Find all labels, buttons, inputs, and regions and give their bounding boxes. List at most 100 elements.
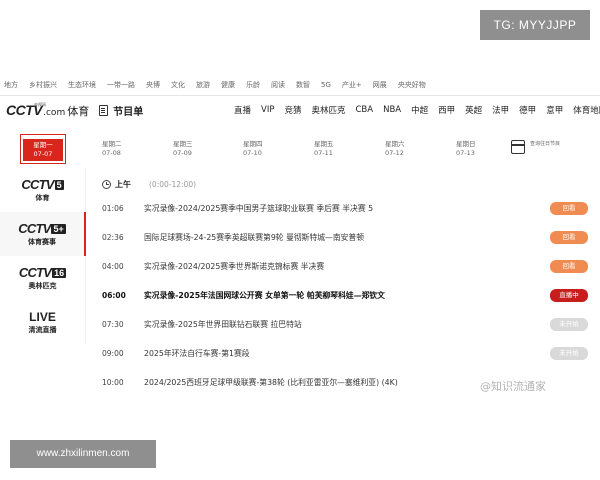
program-title[interactable]: 实况录像-2024/2025赛季世界斯诺克锦标赛 半决赛 [144,261,324,272]
channel-logo-cctv: CCTV [18,221,51,236]
date-bar: 查询往日节目 星期一 07-07 星期二 07-08 星期三 07-09 星期四 07-10 星… [0,134,600,168]
channel-nav-item[interactable]: 西甲 [438,104,455,116]
program-title[interactable]: 国际足球赛场-24-25赛季英超联赛第9轮 曼彻斯特城—南安普顿 [144,232,364,243]
program-row[interactable]: 01:06 实况录像-2024/2025赛季中国男子篮球职业联赛 季后赛 半决赛 … [96,194,592,223]
program-time: 10:00 [102,378,124,387]
period-range: (0:00-12:00) [149,179,197,189]
top-nav-item[interactable]: 产业+ [342,80,362,90]
replay-button[interactable]: 回看 [550,202,588,215]
channel-sidebar: CCTV 5 体育 CCTV 5+ 体育赛事 CCTV 16 奥林匹克 LIVE 清流直播 [0,168,86,344]
channel-nav-item[interactable]: NBA [383,105,401,115]
program-time: 09:00 [102,349,124,358]
period-header: 上午 (0:00-12:00) [102,174,592,194]
channel-logo-cctv: CCTV [18,265,52,280]
channel-name: 体育赛事 [28,238,56,246]
channel-nav-item[interactable]: VIP [261,105,274,115]
date-tab[interactable]: 星期日 07-13 [454,134,500,164]
date-tab-day: 星期六 [385,140,405,148]
date-tab-date: 07-09 [173,149,192,157]
schedule-title-label: 节目单 [113,106,144,118]
top-nav-item[interactable]: 健康 [221,80,235,90]
program-time: 02:36 [102,233,124,242]
live-now-button[interactable]: 直播中 [550,289,588,302]
top-nav-item[interactable]: 央博 [146,80,160,90]
channel-nav-item[interactable]: CBA [356,105,374,115]
channel-nav-item[interactable]: 直播 [234,104,251,116]
program-title[interactable]: 实况录像-2025年法国网球公开赛 女单第一轮 帕芙柳琴科娃—郑钦文 [144,290,385,301]
channel-nav-item[interactable]: 意甲 [546,104,563,116]
program-title[interactable]: 实况录像-2024/2025赛季中国男子篮球职业联赛 季后赛 半决赛 5 [144,203,373,214]
channel-nav-item[interactable]: 德甲 [519,104,536,116]
top-nav-item[interactable]: 乡村振兴 [29,80,57,90]
date-tab-day: 星期二 [102,140,122,148]
program-title[interactable]: 2024/2025西班牙足球甲级联赛-第38轮 (比利亚雷亚尔—塞维利亚) (4… [144,377,398,388]
top-nav-item[interactable]: 地方 [4,80,18,90]
top-nav-item[interactable]: 阅读 [271,80,285,90]
replay-button[interactable]: 回看 [550,231,588,244]
top-nav-item[interactable]: 5G [321,81,331,89]
channel-logo-cctv: CCTV [21,177,54,192]
program-time: 06:00 [102,291,126,300]
cctv-sport-logo[interactable]: CCTV .com 体育 央视网 [6,102,89,119]
program-list: 上午 (0:00-12:00) 01:06 实况录像-2024/2025赛季中国男… [96,174,592,397]
channel-nav-item[interactable]: 英超 [465,104,482,116]
channel-logo: CCTV 16 [18,265,67,280]
channel-tab[interactable]: CCTV 16 奥林匹克 [0,256,86,300]
channel-nav-item[interactable]: 奥林匹克 [311,104,345,116]
program-title[interactable]: 2025年环法自行车赛-第1赛段 [144,348,250,359]
channel-name: 奥林匹克 [28,282,57,290]
channel-nav-item[interactable]: 竞猜 [284,104,301,116]
date-tab-date: 07-12 [385,149,404,157]
program-row[interactable]: 07:30 实况录像-2025年世界田联钻石联赛 拉巴特站 未开始 [96,310,592,339]
top-nav-item[interactable]: 乐龄 [246,80,260,90]
main-nav: CCTV .com 体育 央视网 节目单 直播 VIP 竞猜 奥林匹克 CBA NBA 中超… [0,97,600,123]
logo-sub: 央视网 [34,101,46,107]
date-tab-date: 07-13 [456,149,475,157]
top-nav-item[interactable]: 一带一路 [107,80,135,90]
program-title[interactable]: 实况录像-2025年世界田联钻石联赛 拉巴特站 [144,319,302,330]
period-label: 上午 [115,179,131,189]
date-tab-date: 07-07 [33,150,53,158]
calendar-label[interactable]: 查询往日节目 [530,140,570,148]
top-nav-item[interactable]: 网展 [373,80,387,90]
date-tab[interactable]: 星期三 07-09 [171,134,217,164]
channel-tab[interactable]: LIVE 清流直播 [0,300,86,344]
watermark-corner: @知识流通家 [480,380,546,393]
channel-logo-number: 16 [52,267,67,278]
date-tab[interactable]: 星期五 07-11 [312,134,358,164]
schedule-icon [99,104,109,116]
date-tab-day: 星期四 [243,140,263,148]
top-nav-item[interactable]: 生态环境 [68,80,96,90]
replay-button[interactable]: 回看 [550,260,588,273]
channel-nav-item[interactable]: 法甲 [492,104,509,116]
logo-sport: 体育 [67,104,90,118]
channel-tab[interactable]: CCTV 5+ 体育赛事 [0,212,86,256]
top-nav: 地方 乡村振兴 生态环境 一带一路 央博 文化 旅游 健康 乐龄 阅读 数智 5G 产业+ 网展 央央好物 [0,74,600,96]
channel-nav-more[interactable]: 体育地图 [573,104,600,116]
program-row[interactable]: 04:00 实况录像-2024/2025赛季世界斯诺克锦标赛 半决赛 回看 [96,252,592,281]
channel-name: 清流直播 [28,325,57,334]
program-row[interactable]: 09:00 2025年环法自行车赛-第1赛段 未开始 [96,339,592,368]
program-row[interactable]: 02:36 国际足球赛场-24-25赛季英超联赛第9轮 曼彻斯特城—南安普顿 回看 [96,223,592,252]
not-started-badge: 未开始 [550,347,588,360]
channel-nav: 直播 VIP 竞猜奥林匹克 CBA NBA 中超西甲英超法甲德甲意甲体育地图 [234,97,600,123]
channel-live-logo: LIVE [29,309,56,324]
channel-nav-more-label: 体育地图 [573,106,600,116]
channel-logo-number: 5+ [51,223,66,234]
channel-logo: CCTV 5 [21,177,64,192]
channel-tab[interactable]: CCTV 5 体育 [0,168,86,212]
date-tab-day: 星期日 [456,140,476,148]
date-tab[interactable]: 星期四 07-10 [241,134,287,164]
calendar-icon[interactable] [511,140,525,154]
top-nav-item[interactable]: 央央好物 [398,80,426,90]
top-nav-item[interactable]: 文化 [171,80,185,90]
date-tab[interactable]: 星期六 07-12 [383,134,429,164]
top-nav-item[interactable]: 旅游 [196,80,210,90]
date-tab[interactable]: 星期一 07-07 [20,134,66,164]
channel-nav-item[interactable]: 中超 [411,104,428,116]
channel-name: 体育 [35,194,50,202]
top-nav-item[interactable]: 数智 [296,80,310,90]
date-tab[interactable]: 星期二 07-08 [100,134,146,164]
date-tab-date: 07-11 [314,149,333,157]
program-row[interactable]: 06:00 实况录像-2025年法国网球公开赛 女单第一轮 帕芙柳琴科娃—郑钦文 直… [96,281,592,310]
